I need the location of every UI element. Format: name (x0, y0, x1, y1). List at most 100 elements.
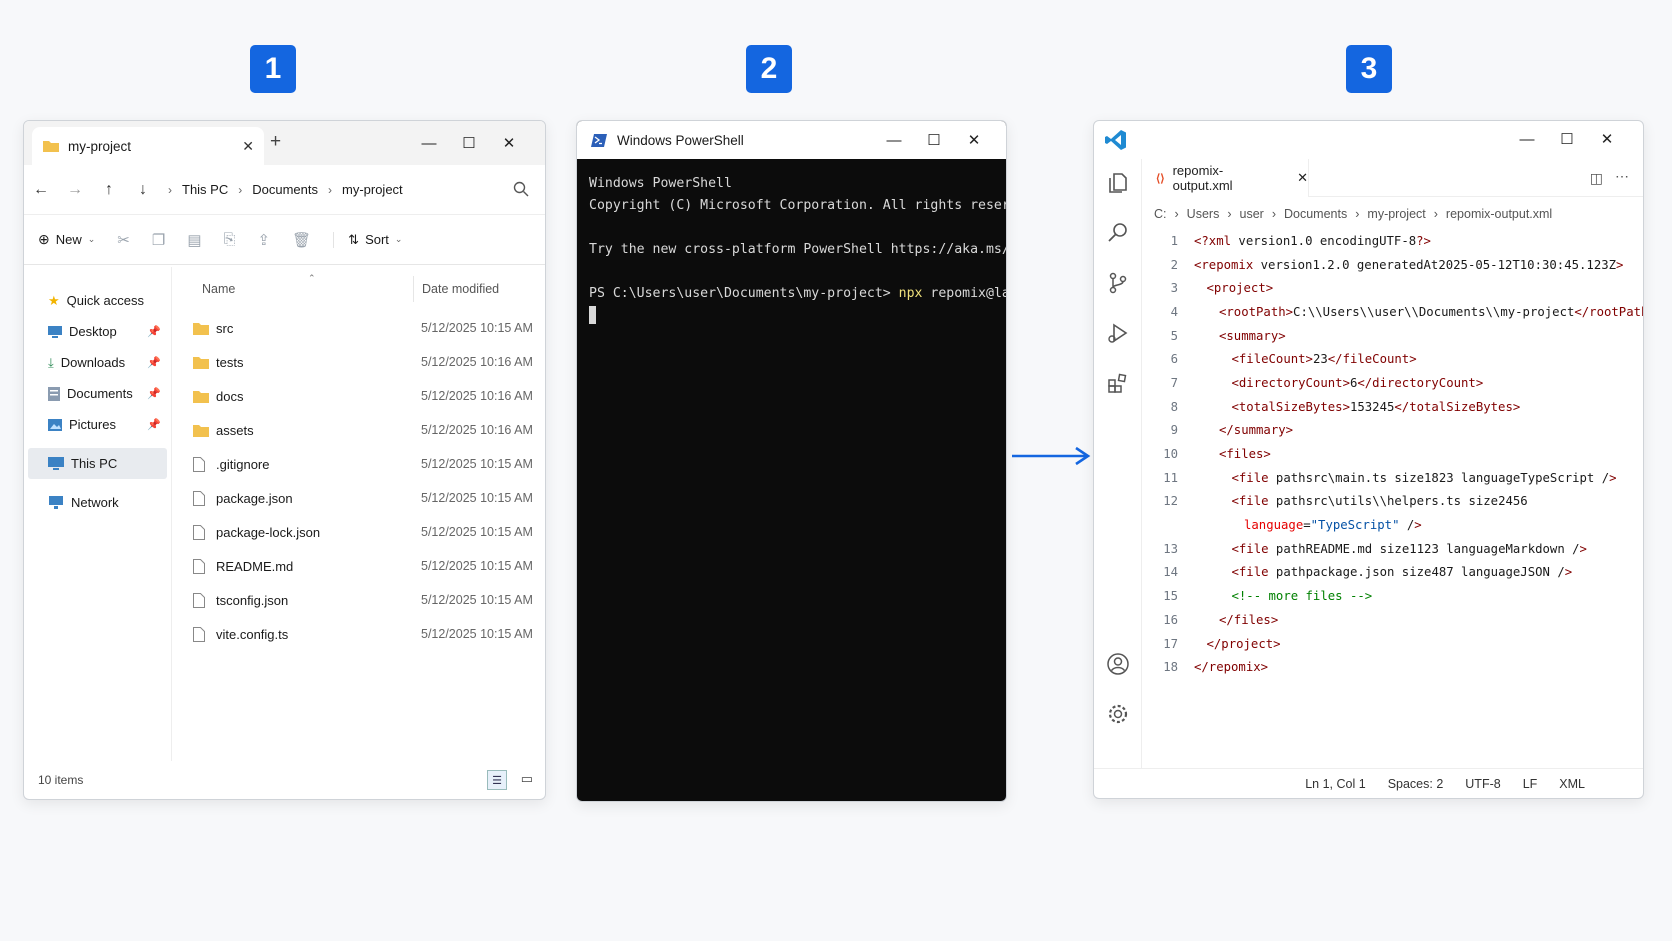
table-row[interactable]: tsconfig.json 5/12/2025 10:15 AM (172, 583, 545, 617)
sidebar-item-this-pc[interactable]: This PC (28, 448, 167, 479)
new-tab-button[interactable]: + (270, 131, 281, 153)
new-button[interactable]: ⊕ New ⌄ (38, 231, 95, 248)
minimize-button[interactable]: — (874, 122, 914, 158)
minimize-button[interactable]: — (409, 125, 449, 161)
code-line[interactable]: 14 <file pathpackage.json size487 languag… (1142, 561, 1643, 585)
code-line[interactable]: 7 <directoryCount>6</directoryCount> (1142, 371, 1643, 395)
close-window-button[interactable]: ✕ (1587, 121, 1627, 157)
code-line[interactable]: 2 <repomix version1.2.0 generatedAt2025-0… (1142, 253, 1643, 277)
close-tab-icon[interactable]: ✕ (242, 138, 254, 155)
cut-icon[interactable]: ✂ (117, 231, 130, 249)
gear-icon[interactable] (1106, 702, 1130, 726)
run-debug-icon[interactable] (1106, 321, 1130, 345)
breadcrumb-item[interactable]: my-project (1367, 207, 1425, 221)
code-line[interactable]: 15 <!-- more files --> (1142, 584, 1643, 608)
explorer-files-icon[interactable] (1106, 171, 1130, 195)
share-icon[interactable]: ⇪ (258, 231, 271, 249)
code-line[interactable]: 4 <rootPath>C:\\Users\\user\\Documents\\m… (1142, 300, 1643, 324)
close-window-button[interactable]: ✕ (954, 122, 994, 158)
delete-icon[interactable]: 🗑 (292, 231, 311, 249)
code-line[interactable]: 10 <files> (1142, 442, 1643, 466)
rename-icon[interactable]: ⎘ (224, 231, 236, 248)
sort-ascending-icon: ⌃ (308, 273, 316, 283)
indentation[interactable]: Spaces: 2 (1388, 777, 1444, 791)
code-line[interactable]: 1 <?xml version1.0 encodingUTF-8?> (1142, 229, 1643, 253)
breadcrumb-item[interactable]: Documents (252, 182, 318, 197)
sidebar-item-downloads[interactable]: ⤓ Downloads 📌 (24, 347, 171, 378)
cursor-position[interactable]: Ln 1, Col 1 (1305, 777, 1365, 791)
maximize-button[interactable]: ☐ (449, 125, 489, 161)
forward-icon[interactable]: → (58, 181, 92, 199)
sidebar-item-desktop[interactable]: Desktop 📌 (24, 316, 171, 347)
code-editor[interactable]: 1 <?xml version1.0 encodingUTF-8?> 2 <repom… (1142, 229, 1643, 679)
editor-breadcrumb[interactable]: C: › Users › user › Documents › my-project › repom… (1154, 207, 1552, 221)
table-row[interactable]: vite.config.ts 5/12/2025 10:15 AM (172, 617, 545, 651)
split-editor-icon[interactable]: ◫ (1590, 170, 1603, 187)
breadcrumb-item[interactable]: Users (1187, 207, 1220, 221)
code-line[interactable]: 18 </repomix> (1142, 655, 1643, 679)
explorer-tab[interactable]: my-project ✕ (32, 127, 264, 165)
table-row[interactable]: assets 5/12/2025 10:16 AM (172, 413, 545, 447)
file-date: 5/12/2025 10:15 AM (421, 525, 533, 539)
minimize-button[interactable]: — (1507, 121, 1547, 157)
xml-file-icon: ⟨⟩ (1156, 172, 1165, 185)
details-view-icon[interactable]: ☰ (487, 770, 507, 790)
paste-icon[interactable]: ▤ (187, 231, 201, 249)
account-icon[interactable] (1106, 652, 1130, 676)
copy-icon[interactable]: ❐ (152, 231, 165, 249)
table-row[interactable]: docs 5/12/2025 10:16 AM (172, 379, 545, 413)
maximize-button[interactable]: ☐ (914, 122, 954, 158)
sidebar-item-quick-access[interactable]: ★ Quick access (24, 285, 171, 316)
code-line[interactable]: 6 <fileCount>23</fileCount> (1142, 347, 1643, 371)
breadcrumb-item[interactable]: user (1240, 207, 1264, 221)
code-line[interactable]: 11 <file pathsrc\main.ts size1823 languag… (1142, 466, 1643, 490)
encoding[interactable]: UTF-8 (1465, 777, 1500, 791)
line-ending[interactable]: LF (1523, 777, 1538, 791)
breadcrumb-item[interactable]: repomix-output.xml (1446, 207, 1552, 221)
language-mode[interactable]: XML (1559, 777, 1585, 791)
code-text: </summary> (1219, 423, 1294, 438)
sidebar-item-pictures[interactable]: Pictures 📌 (24, 409, 171, 440)
table-row[interactable]: tests 5/12/2025 10:16 AM (172, 345, 545, 379)
breadcrumb-item[interactable]: my-project (342, 182, 403, 197)
up-icon[interactable]: ↑ (92, 181, 126, 199)
code-line[interactable]: 17 </project> (1142, 632, 1643, 656)
code-line[interactable]: 12 <file pathsrc\utils\\helpers.ts size24… (1142, 490, 1643, 514)
sidebar-item-network[interactable]: Network (24, 487, 171, 518)
code-line[interactable]: 8 <totalSizeBytes>153245</totalSizeBytes> (1142, 395, 1643, 419)
search-icon[interactable] (513, 181, 529, 197)
code-line[interactable]: 16 </files> (1142, 608, 1643, 632)
terminal-output[interactable]: Windows PowerShell Copyright (C) Microsof… (577, 159, 1006, 327)
more-actions-icon[interactable]: ⋯ (1615, 168, 1629, 185)
code-line[interactable]: 9 </summary> (1142, 419, 1643, 443)
recent-locations-icon[interactable]: ↓ (126, 181, 160, 199)
maximize-button[interactable]: ☐ (1547, 121, 1587, 157)
folder-icon (193, 390, 209, 403)
editor-tab[interactable]: ⟨⟩ repomix-output.xml ✕ (1142, 159, 1309, 197)
search-icon[interactable] (1106, 221, 1130, 245)
tiles-view-icon[interactable]: ▭ (521, 771, 533, 787)
breadcrumb[interactable]: › This PC › Documents › my-project (168, 182, 403, 197)
table-row[interactable]: README.md 5/12/2025 10:15 AM (172, 549, 545, 583)
table-row[interactable]: package-lock.json 5/12/2025 10:15 AM (172, 515, 545, 549)
extensions-icon[interactable] (1106, 371, 1130, 395)
breadcrumb-item[interactable]: C: (1154, 207, 1167, 221)
breadcrumb-item[interactable]: This PC (182, 182, 228, 197)
table-row[interactable]: src 5/12/2025 10:15 AM (172, 311, 545, 345)
code-line[interactable]: 13 <file pathREADME.md size1123 languageM… (1142, 537, 1643, 561)
column-header-name[interactable]: Name (202, 282, 235, 296)
close-window-button[interactable]: ✕ (489, 125, 529, 161)
column-header-date[interactable]: Date modified (413, 276, 499, 302)
sort-icon: ⇅ (348, 231, 360, 247)
source-control-icon[interactable] (1106, 271, 1130, 295)
code-line[interactable]: 3 <project> (1142, 276, 1643, 300)
breadcrumb-item[interactable]: Documents (1284, 207, 1347, 221)
code-line[interactable]: language="TypeScript" /> (1142, 513, 1643, 537)
close-tab-icon[interactable]: ✕ (1297, 170, 1308, 186)
table-row[interactable]: package.json 5/12/2025 10:15 AM (172, 481, 545, 515)
code-line[interactable]: 5 <summary> (1142, 324, 1643, 348)
sort-button[interactable]: ⇅ Sort ⌄ (333, 231, 402, 248)
table-row[interactable]: .gitignore 5/12/2025 10:15 AM (172, 447, 545, 481)
back-icon[interactable]: ← (24, 181, 58, 199)
sidebar-item-documents[interactable]: Documents 📌 (24, 378, 171, 409)
